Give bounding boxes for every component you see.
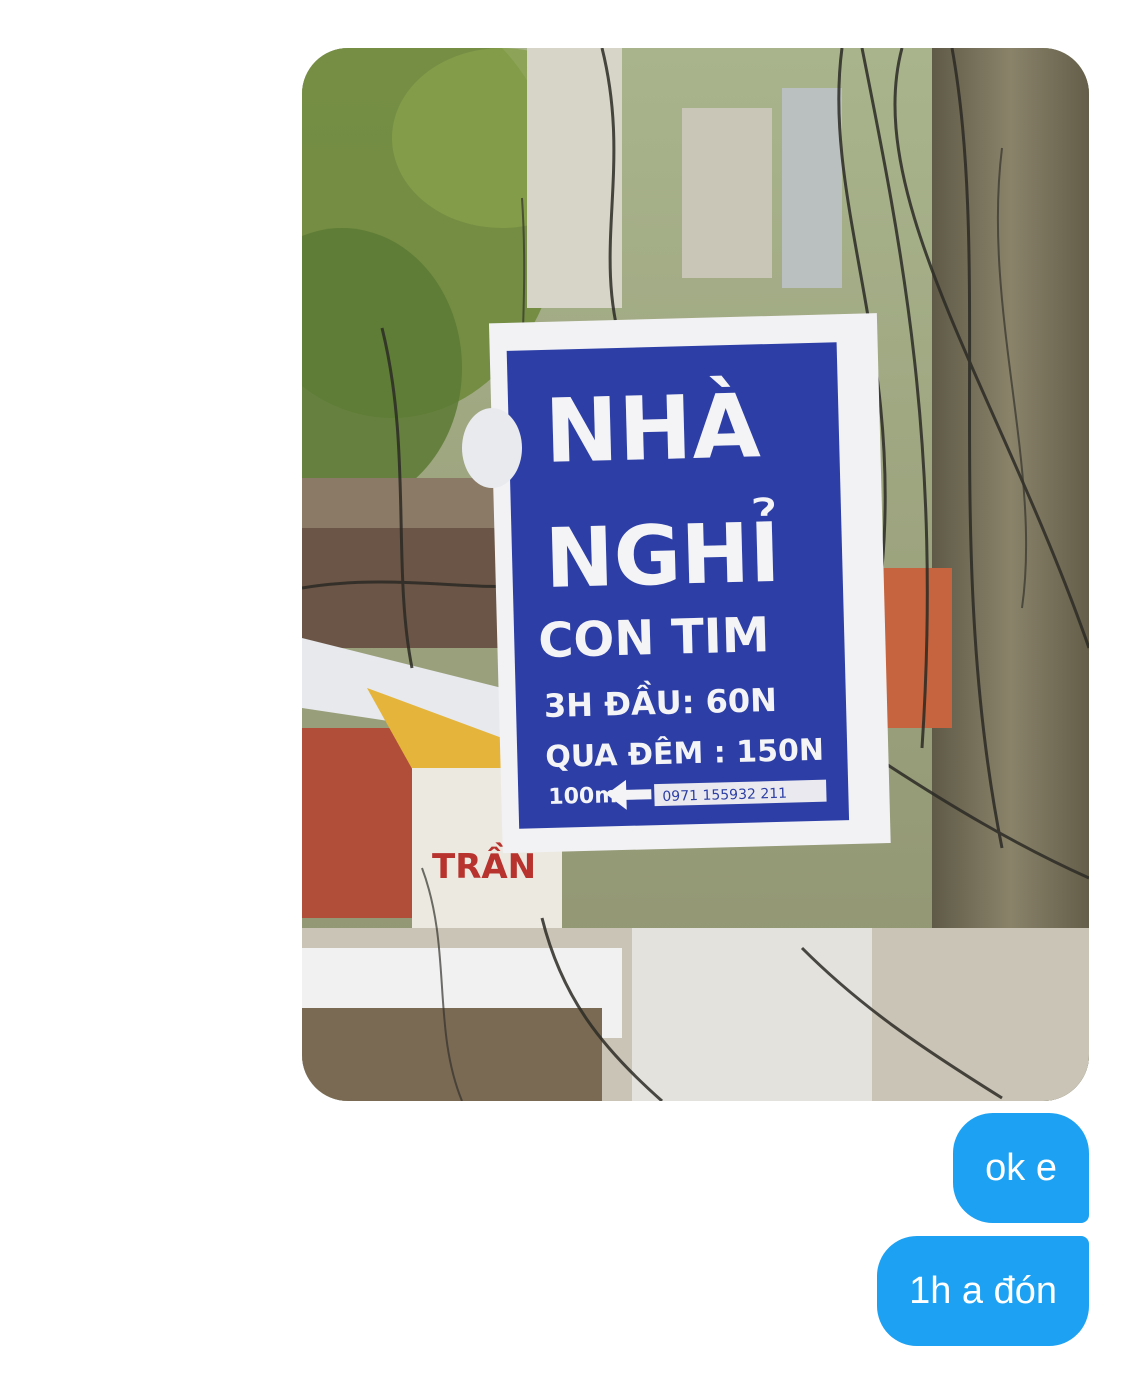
street-sign-photo: TRẦN NHÀ NGHỈ CON TIM 3H ĐẦU: 60N QUA ĐÊ… bbox=[302, 48, 1089, 1101]
photo-message[interactable]: TRẦN NHÀ NGHỈ CON TIM 3H ĐẦU: 60N QUA ĐÊ… bbox=[302, 48, 1089, 1101]
message-bubble[interactable]: ok e bbox=[953, 1113, 1089, 1223]
sign-phone: 0971 155932 211 bbox=[662, 786, 787, 805]
street-sign: NHÀ NGHỈ CON TIM 3H ĐẦU: 60N QUA ĐÊM : 1… bbox=[488, 313, 891, 854]
message-bubble[interactable]: 1h a đón bbox=[877, 1236, 1089, 1346]
sign-line-3: CON TIM bbox=[538, 607, 771, 669]
message-text: ok e bbox=[985, 1147, 1057, 1189]
conversation-thread: TRẦN NHÀ NGHỈ CON TIM 3H ĐẦU: 60N QUA ĐÊ… bbox=[0, 0, 1125, 1377]
sign-line-1: NHÀ bbox=[543, 374, 761, 483]
sign-line-6: 100m bbox=[548, 783, 617, 810]
sign-line-2: NGHỈ bbox=[544, 496, 782, 607]
sign-line-5: QUA ĐÊM : 150N bbox=[545, 732, 825, 775]
message-text: 1h a đón bbox=[909, 1270, 1057, 1312]
